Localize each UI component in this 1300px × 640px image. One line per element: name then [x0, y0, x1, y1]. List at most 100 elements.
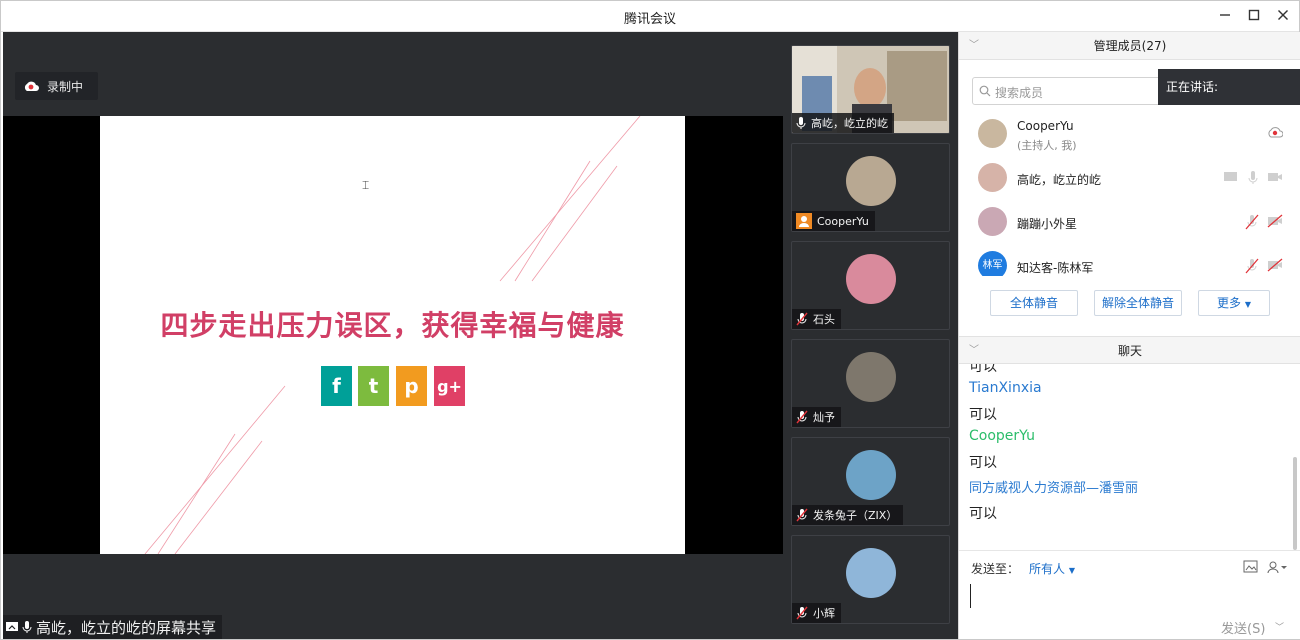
image-icon[interactable]: [1243, 560, 1259, 574]
send-to-select[interactable]: 所有人 ▼: [1029, 560, 1075, 577]
avatar: [846, 254, 896, 304]
mic-icon: [796, 117, 806, 129]
chat-input[interactable]: [970, 584, 971, 608]
mic-icon[interactable]: [1247, 170, 1259, 186]
caret-down-icon: ▼: [1068, 566, 1075, 575]
avatar: [846, 156, 896, 206]
avatar: [846, 352, 896, 402]
chat-message-text: 可以: [969, 455, 997, 471]
participant-tile[interactable]: CooperYu: [791, 143, 950, 232]
minimize-button[interactable]: [1211, 5, 1239, 27]
tile-label: 小辉: [792, 603, 841, 623]
avatar: [978, 163, 1007, 192]
window-title: 腾讯会议: [623, 12, 676, 27]
tile-label: 石头: [792, 309, 841, 329]
members-header[interactable]: ﹀ 管理成员(27): [959, 32, 1300, 60]
chat-message-text: 可以: [969, 364, 997, 375]
mic-muted-icon: [796, 606, 808, 620]
shared-slide: ⌶ 四步走出压力误区，获得幸福与健康 f t p g+: [100, 116, 685, 554]
chevron-down-icon[interactable]: ﹀: [1275, 620, 1284, 633]
participant-tile[interactable]: 发条兔子（ZIX）: [791, 437, 950, 526]
recording-badge[interactable]: 录制中: [15, 72, 98, 100]
participant-tile[interactable]: 高屹，屹立的屹: [791, 45, 950, 134]
participant-name: 石头: [813, 313, 835, 326]
share-caption: 高屹，屹立的屹的屏幕共享: [3, 615, 223, 639]
camera-off-icon[interactable]: [1267, 214, 1283, 228]
camera-icon[interactable]: [1267, 170, 1283, 184]
mute-all-button[interactable]: 全体静音: [990, 290, 1078, 316]
avatar: 林军: [978, 251, 1007, 276]
member-row[interactable]: CooperYu (主持人, 我): [959, 112, 1300, 156]
member-search-input[interactable]: 搜索成员: [972, 77, 1172, 105]
avatar: [846, 548, 896, 598]
chat-sender: 同方威视人力资源部—潘雪丽: [969, 481, 1139, 496]
host-icon: [796, 213, 812, 229]
participant-name: 小辉: [813, 607, 835, 620]
screenshot-menu-icon[interactable]: [1266, 560, 1288, 574]
divider: [959, 550, 1300, 551]
participant-tile[interactable]: 小辉: [791, 535, 950, 624]
mic-icon: [22, 621, 32, 633]
close-icon: [1278, 10, 1288, 20]
member-row[interactable]: 林军 知达客-陈林军: [959, 244, 1300, 276]
maximize-button[interactable]: [1240, 5, 1268, 27]
chat-scrollbar[interactable]: [1293, 457, 1297, 550]
chat-message-text: 可以: [969, 407, 997, 423]
minimize-icon: [1220, 14, 1230, 16]
chevron-down-icon: ﹀: [969, 345, 979, 356]
participant-name: 发条兔子（ZIX）: [813, 509, 898, 522]
tile-label: 高屹，屹立的屹: [792, 113, 894, 133]
participant-name: CooperYu: [817, 214, 869, 228]
member-name: 知达客-陈林军: [1017, 261, 1094, 275]
search-placeholder: 搜索成员: [995, 86, 1044, 100]
member-role: (主持人, 我): [1017, 139, 1077, 152]
participant-name: 灿予: [813, 411, 835, 424]
close-button[interactable]: [1269, 5, 1297, 27]
tile-label: 灿予: [792, 407, 841, 427]
avatar: [846, 450, 896, 500]
chat-sender: CooperYu: [969, 428, 1035, 444]
participant-tile[interactable]: 灿予: [791, 339, 950, 428]
participant-tile[interactable]: 石头: [791, 241, 950, 330]
mic-muted-icon[interactable]: [1245, 258, 1259, 274]
mic-muted-icon: [796, 410, 808, 424]
screen-share-icon[interactable]: [1223, 170, 1239, 184]
send-to-label: 发送至：: [971, 562, 1020, 576]
speaking-indicator: 正在讲话:: [1158, 69, 1300, 105]
chevron-down-icon: ﹀: [969, 40, 979, 51]
more-label: 更多: [1217, 296, 1242, 310]
chat-messages: 可以 TianXinxia 可以 CooperYu 可以 同方威视人力资源部—潘…: [959, 364, 1300, 550]
text-cursor-icon: ⌶: [362, 178, 370, 192]
chat-header-title: 聊天: [1117, 344, 1142, 358]
member-row[interactable]: 蹦蹦小外星: [959, 200, 1300, 244]
cloud-record-icon: [24, 81, 39, 91]
member-row[interactable]: 高屹，屹立的屹: [959, 156, 1300, 200]
share-caption-text: 高屹，屹立的屹的屏幕共享: [36, 618, 217, 637]
twitter-icon: t: [358, 366, 389, 406]
avatar: [978, 119, 1007, 148]
mic-muted-icon: [796, 312, 808, 326]
send-button[interactable]: 发送(S): [1221, 618, 1265, 637]
camera-off-icon[interactable]: [1267, 258, 1283, 272]
members-header-title: 管理成员(27): [1093, 39, 1167, 53]
pinterest-icon: p: [396, 366, 427, 406]
member-name: CooperYu: [1017, 119, 1074, 133]
facebook-icon: f: [321, 366, 352, 406]
chat-sender: TianXinxia: [969, 380, 1042, 396]
participant-name: 高屹，屹立的屹: [811, 117, 888, 130]
recording-label: 录制中: [47, 79, 84, 94]
more-button[interactable]: 更多 ▼: [1198, 290, 1270, 316]
search-icon: [979, 85, 991, 97]
slide-title: 四步走出压力误区，获得幸福与健康: [160, 309, 625, 342]
member-name: 高屹，屹立的屹: [1017, 173, 1102, 187]
main-stage: 录制中 ⌶ 四步走出压力误区，获得幸福与健康 f t p g+ 高屹，屹立的屹的…: [3, 32, 783, 639]
avatar: [978, 207, 1007, 236]
unmute-all-button[interactable]: 解除全体静音: [1094, 290, 1182, 316]
participant-thumbnails: 高屹，屹立的屹 CooperYu 石头 灿予 发条兔子（ZIX） 小辉: [783, 32, 958, 639]
chat-header[interactable]: ﹀ 聊天: [959, 336, 1300, 364]
screen-share-icon: [6, 622, 18, 631]
member-name: 蹦蹦小外星: [1017, 217, 1078, 231]
cloud-record-icon: [1268, 127, 1283, 138]
mic-muted-icon: [796, 508, 808, 522]
mic-muted-icon[interactable]: [1245, 214, 1259, 230]
